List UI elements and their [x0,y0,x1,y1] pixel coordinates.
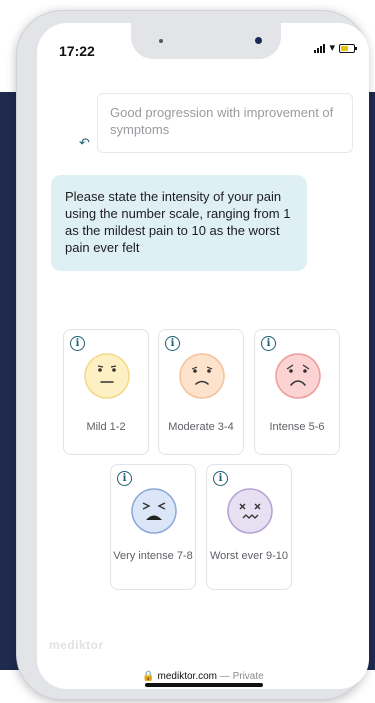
phone-notch [131,23,281,59]
pain-face-icon [130,487,178,540]
pain-option-label: Intense 5-6 [269,421,325,433]
browser-url-bar[interactable]: 🔒 mediktor.com — Private [37,671,369,682]
camera-icon [255,37,262,44]
question-bubble: Please state the intensity of your pain … [51,175,307,271]
pain-option-label: Mild 1-2 [86,421,126,433]
battery-icon [339,43,357,53]
pain-option-card[interactable]: i Intense 5-6 [254,329,340,455]
info-icon[interactable]: i [117,471,132,486]
pain-option-card[interactable]: i Mild 1-2 [63,329,149,455]
pain-face-icon [226,487,274,540]
status-icons: ▾ [314,42,357,54]
home-indicator[interactable] [145,683,263,687]
pain-option-card[interactable]: i Moderate 3-4 [158,329,244,455]
pain-option-label: Moderate 3-4 [168,421,234,433]
info-icon[interactable]: i [261,336,276,351]
brand-logo: mediktor [49,638,104,652]
lock-icon: 🔒 [142,671,155,682]
url-private-label: Private [232,671,264,682]
wifi-icon: ▾ [329,42,335,54]
phone-screen: 17:22 ▾ Good progression with improvemen… [37,23,369,689]
info-icon[interactable]: i [213,471,228,486]
pain-option-label: Very intense 7-8 [113,550,193,562]
previous-answer-bubble: Good progression with improvement of sym… [97,93,353,153]
pain-option-card[interactable]: i Very intense 7-8 [110,464,196,590]
undo-icon[interactable]: ↶ [79,135,90,151]
url-domain: mediktor.com [157,671,217,682]
pain-option-label: Worst ever 9-10 [209,550,289,562]
phone-frame: 17:22 ▾ Good progression with improvemen… [16,10,369,700]
pain-option-card[interactable]: i Worst ever 9-10 [206,464,292,590]
url-separator: — [219,671,230,682]
pain-face-icon [274,352,322,405]
info-icon[interactable]: i [70,336,85,351]
signal-icon [314,43,326,53]
pain-face-icon [83,352,131,405]
status-time: 17:22 [59,43,95,59]
info-icon[interactable]: i [165,336,180,351]
pain-face-icon [178,352,226,405]
